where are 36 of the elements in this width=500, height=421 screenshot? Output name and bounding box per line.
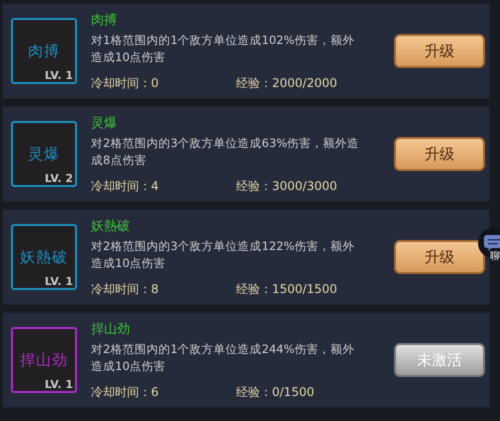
skill-icon-label: 肉搏 bbox=[28, 40, 60, 62]
skill-description: 对1格范围内的1个敌方单位造成102%伤害，额外造成10点伤害 bbox=[91, 32, 356, 66]
exp-label: 经验： bbox=[236, 385, 272, 399]
skill-name: 肉搏 bbox=[91, 13, 117, 29]
exp-value: 3000/3000 bbox=[272, 179, 338, 193]
cooldown-label: 冷却时间： bbox=[91, 76, 151, 90]
skill-name: 捍山劲 bbox=[91, 322, 130, 338]
exp-label: 经验： bbox=[236, 282, 272, 296]
skill-description: 对2格范围内的1个敌方单位造成244%伤害，额外造成10点伤害 bbox=[91, 341, 356, 375]
cooldown-label: 冷却时间： bbox=[91, 282, 151, 296]
skill-description: 对2格范围内的3个敌方单位造成122%伤害，额外造成10点伤害 bbox=[91, 238, 356, 272]
cooldown-value: 6 bbox=[151, 385, 159, 399]
upgrade-button[interactable]: 升级 bbox=[394, 137, 485, 171]
cooldown-value: 8 bbox=[151, 282, 159, 296]
exp-value: 2000/2000 bbox=[272, 76, 338, 90]
exp-value: 0/1500 bbox=[272, 385, 314, 399]
skill-description: 对2格范围内的3个敌方单位造成63%伤害，额外造成8点伤害 bbox=[91, 135, 360, 169]
skill-name: 妖熱破 bbox=[91, 219, 130, 235]
chat-label: 聊 bbox=[490, 252, 500, 262]
cooldown-label: 冷却时间： bbox=[91, 385, 151, 399]
exp-value: 1500/1500 bbox=[272, 282, 338, 296]
cooldown-value: 4 bbox=[151, 179, 159, 193]
upgrade-button[interactable]: 升级 bbox=[394, 240, 485, 274]
skill-icon-label: 妖熱破 bbox=[20, 246, 68, 268]
upgrade-button[interactable]: 升级 bbox=[394, 34, 485, 68]
skill-level: LV. 1 bbox=[44, 70, 73, 82]
exp-label: 经验： bbox=[236, 76, 272, 90]
cooldown-label: 冷却时间： bbox=[91, 179, 151, 193]
skill-level: LV. 1 bbox=[44, 276, 73, 288]
cooldown-value: 0 bbox=[151, 76, 159, 90]
skill-icon-label: 捍山劲 bbox=[20, 350, 68, 371]
skill-level: LV. 1 bbox=[44, 378, 73, 391]
skill-name: 灵爆 bbox=[91, 116, 117, 132]
skill-icon-label: 灵爆 bbox=[28, 144, 60, 165]
exp-label: 经验： bbox=[236, 179, 272, 193]
skill-level: LV. 2 bbox=[44, 172, 73, 185]
